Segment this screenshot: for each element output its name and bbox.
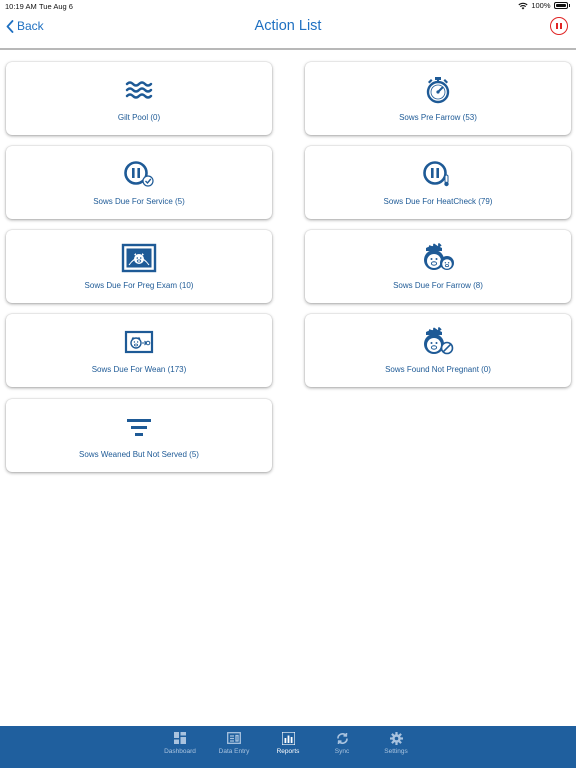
tab-reports[interactable]: Reports	[261, 726, 315, 768]
action-card-sows-due-for-farrow[interactable]: Sows Due For Farrow (8)	[305, 230, 571, 303]
waves-icon	[121, 75, 157, 105]
dashboard-icon	[174, 731, 186, 745]
status-bar: 10:19 AM Tue Aug 6 100%	[0, 0, 576, 12]
action-card-sows-due-for-service[interactable]: Sows Due For Service (5)	[6, 146, 272, 219]
pig-not-pregnant-icon	[420, 327, 456, 357]
ultrasound-pig-icon	[121, 243, 157, 273]
action-label: Sows Due For Preg Exam (10)	[84, 281, 194, 290]
action-label: Sows Due For Service (5)	[93, 197, 185, 206]
wifi-icon	[518, 2, 528, 9]
action-label: Sows Pre Farrow (53)	[399, 113, 477, 122]
action-label: Sows Found Not Pregnant (0)	[385, 365, 491, 374]
pig-family-icon	[420, 243, 456, 273]
tab-label: Dashboard	[164, 748, 196, 755]
tab-bar: Dashboard Data Entry Reports Sync Settin…	[0, 726, 576, 768]
navigation-bar: Back Action List	[0, 12, 576, 50]
tab-settings[interactable]: Settings	[369, 726, 423, 768]
action-card-sows-found-not-pregnant[interactable]: Sows Found Not Pregnant (0)	[305, 314, 571, 387]
action-label: Sows Due For HeatCheck (79)	[383, 197, 493, 206]
tab-label: Settings	[384, 748, 408, 755]
reports-icon	[281, 731, 295, 745]
data-entry-icon	[227, 731, 241, 745]
battery-percent: 100%	[531, 1, 551, 10]
action-card-sows-due-for-heatcheck[interactable]: Sows Due For HeatCheck (79)	[305, 146, 571, 219]
action-card-gilt-pool[interactable]: Gilt Pool (0)	[6, 62, 272, 135]
pause-bar-right	[560, 23, 562, 29]
action-card-sows-due-for-preg-exam[interactable]: Sows Due For Preg Exam (10)	[6, 230, 272, 303]
gear-icon	[389, 731, 403, 745]
action-label: Sows Due For Wean (173)	[91, 365, 187, 374]
tab-label: Data Entry	[218, 748, 250, 755]
action-card-sows-pre-farrow[interactable]: Sows Pre Farrow (53)	[305, 62, 571, 135]
action-label: Sows Due For Farrow (8)	[393, 281, 483, 290]
action-card-sows-due-for-wean[interactable]: Sows Due For Wean (173)	[6, 314, 272, 387]
action-card-sows-weaned-but-not-served[interactable]: Sows Weaned But Not Served (5)	[6, 399, 272, 472]
status-right: 100%	[518, 1, 570, 10]
pause-button[interactable]	[550, 17, 568, 35]
tab-data-entry[interactable]: Data Entry	[207, 726, 261, 768]
status-time: 10:19 AM	[5, 2, 37, 11]
tab-sync[interactable]: Sync	[315, 726, 369, 768]
action-label: Sows Weaned But Not Served (5)	[79, 450, 199, 459]
status-date: Tue Aug 6	[39, 2, 73, 11]
action-label: Gilt Pool (0)	[117, 113, 161, 122]
pause-bar-left	[556, 23, 558, 29]
filter-icon	[121, 412, 157, 442]
tab-label: Sync	[334, 748, 350, 755]
battery-icon	[553, 2, 568, 9]
sync-icon	[336, 731, 349, 745]
wean-pig-icon	[121, 327, 157, 357]
battery-tip	[568, 4, 570, 7]
tab-dashboard[interactable]: Dashboard	[153, 726, 207, 768]
page-title: Action List	[254, 18, 322, 34]
tab-label: Reports	[276, 748, 300, 755]
pause-thermometer-icon	[420, 159, 456, 189]
pause-check-icon	[121, 159, 157, 189]
stopwatch-icon	[420, 75, 456, 105]
